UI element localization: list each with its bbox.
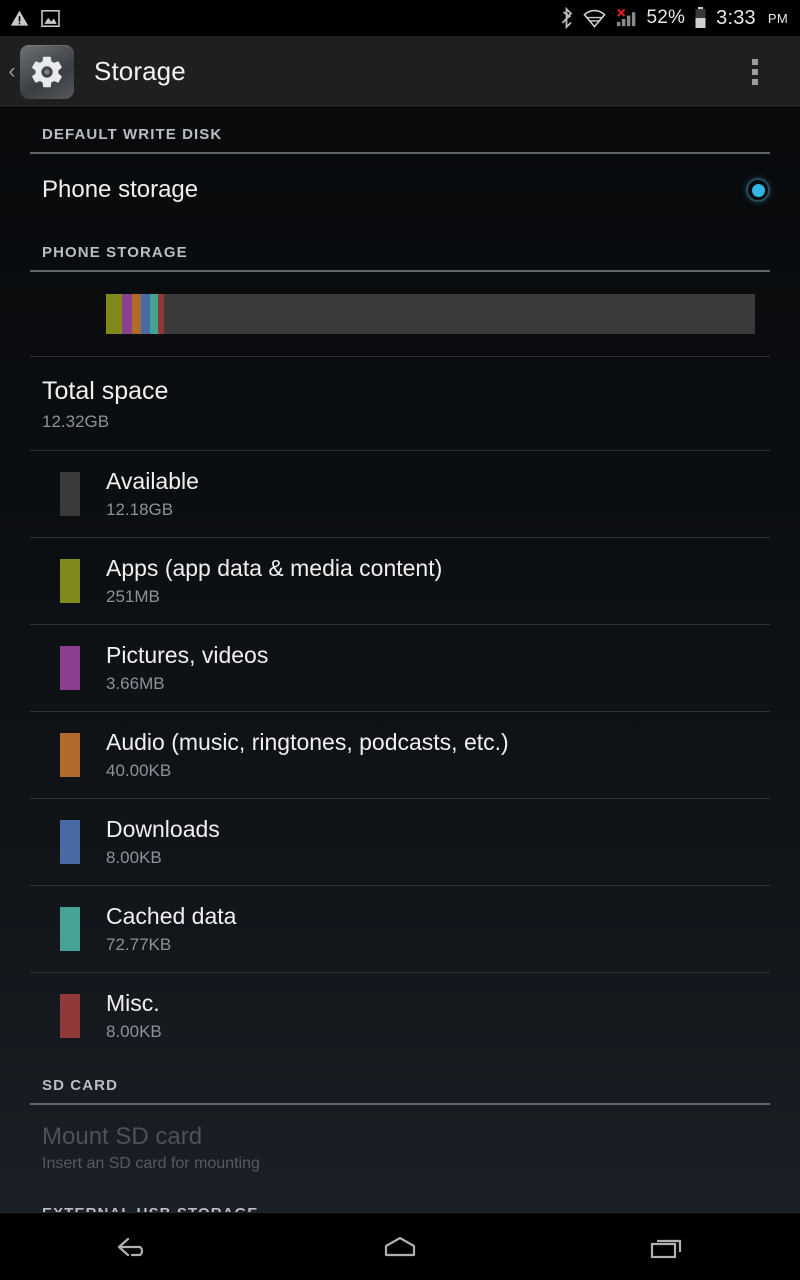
radio-button-phone-storage[interactable] [746,178,770,202]
storage-usage-bar-container [0,272,800,356]
status-bar: 52% 3:33 PM [0,0,800,36]
category-color-swatch [60,559,80,603]
section-rule [30,1103,770,1105]
category-color-swatch [60,733,80,777]
status-bar-right-icons: 52% 3:33 PM [559,7,788,30]
category-size: 3.66MB [106,674,165,693]
usage-bar-segment-available [163,294,755,334]
category-size: 8.00KB [106,1022,162,1041]
storage-usage-bar [106,294,755,334]
category-color-swatch [60,994,80,1038]
storage-category-row[interactable]: Audio (music, ringtones, podcasts, etc.)… [0,712,800,798]
storage-category-row[interactable]: Downloads 8.00KB [0,799,800,885]
total-space-row: Total space 12.32GB [0,357,800,450]
category-color-swatch [60,472,80,516]
category-size: 12.18GB [106,500,174,519]
category-text: Audio (music, ringtones, podcasts, etc.)… [106,729,509,781]
section-title: SD CARD [42,1077,119,1094]
category-name: Apps (app data & media content) [106,555,443,581]
wifi-icon [582,9,606,28]
preference-summary: Insert an SD card for mounting [42,1155,260,1172]
category-name: Available [106,468,199,494]
section-rule [30,270,770,272]
section-header-phone-storage: PHONE STORAGE [0,226,800,270]
category-name: Misc. [106,990,160,1016]
preference-phone-storage[interactable]: Phone storage [0,154,800,226]
section-header-default-write-disk: DEFAULT WRITE DISK [0,108,800,152]
bluetooth-icon [559,7,574,29]
category-text: Downloads 8.00KB [106,816,220,868]
overflow-dot [752,78,758,85]
page-title: Storage [94,56,186,86]
storage-category-row[interactable]: Cached data 72.77KB [0,886,800,972]
home-icon [384,1236,416,1256]
total-space-value: 12.32GB [42,412,110,431]
category-size: 251MB [106,587,160,606]
category-name: Downloads [106,816,220,842]
action-bar: ‹ Storage [0,36,800,108]
storage-category-row[interactable]: Misc. 8.00KB [0,973,800,1059]
usage-bar-segment [141,294,151,334]
category-size: 72.77KB [106,935,172,954]
category-text: Cached data 72.77KB [106,903,236,955]
category-text: Available 12.18GB [106,468,199,520]
storage-category-row[interactable]: Apps (app data & media content) 251MB [0,538,800,624]
section-rule [30,152,770,154]
clock-ampm-label: PM [767,10,788,26]
cellular-no-service-icon [615,8,638,28]
section-title: EXTERNAL USB STORAGE [42,1205,258,1212]
system-navigation-bar [0,1212,800,1280]
overflow-dot [752,68,758,75]
back-chevron-icon[interactable]: ‹ [2,60,22,84]
total-space-label: Total space [42,377,169,405]
category-name: Cached data [106,903,237,929]
usage-bar-segment [106,294,122,334]
storage-category-row[interactable]: Available 12.18GB [0,451,800,537]
storage-category-row[interactable]: Pictures, videos 3.66MB [0,625,800,711]
category-text: Misc. 8.00KB [106,990,162,1042]
usage-bar-segment [131,294,142,334]
usage-bar-segment [150,294,158,334]
category-name: Pictures, videos [106,642,269,668]
clock-label: 3:33 [716,6,756,29]
section-title: PHONE STORAGE [42,244,188,261]
status-bar-left-icons [10,9,60,28]
nav-back-button[interactable] [73,1213,193,1280]
nav-home-button[interactable] [340,1213,460,1280]
storage-category-list: Available 12.18GB Apps (app data & media c… [0,451,800,1059]
settings-gear-icon[interactable] [20,44,74,99]
section-header-external-usb-storage: EXTERNAL USB STORAGE [0,1187,800,1212]
nav-recents-button[interactable] [607,1213,727,1280]
warning-triangle-icon [10,9,29,28]
overflow-dot [752,58,758,65]
android-storage-settings-screen: 52% 3:33 PM ‹ Storage DEFAULT WRITE DISK [0,0,800,1280]
battery-icon [694,7,707,29]
category-size: 40.00KB [106,761,172,780]
back-icon [118,1237,144,1256]
category-size: 8.00KB [106,848,162,867]
preference-label: Phone storage [42,176,199,203]
category-name: Audio (music, ringtones, podcasts, etc.) [106,729,509,755]
section-header-sd-card: SD CARD [0,1059,800,1103]
radio-dot [751,183,765,197]
recents-icon [650,1239,681,1258]
settings-content-scroll[interactable]: DEFAULT WRITE DISK Phone storage PHONE S… [0,108,800,1212]
preference-label: Mount SD card [42,1123,203,1150]
category-color-swatch [60,907,80,951]
category-color-swatch [60,646,80,690]
category-color-swatch [60,820,80,864]
category-text: Apps (app data & media content) 251MB [106,555,442,607]
category-text: Pictures, videos 3.66MB [106,642,268,694]
screenshot-image-icon [41,9,60,27]
usage-bar-segment [121,294,132,334]
overflow-menu-icon[interactable] [740,49,770,95]
preference-mount-sd-card: Mount SD card Insert an SD card for moun… [0,1105,800,1187]
battery-percent-label: 52% [646,7,686,28]
section-title: DEFAULT WRITE DISK [42,126,223,143]
